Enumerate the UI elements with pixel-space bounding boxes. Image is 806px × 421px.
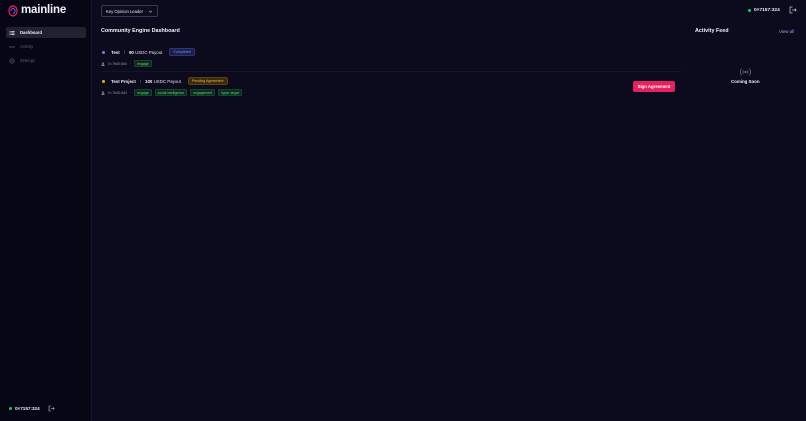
campaign-user: 0×7b85:884	[108, 61, 128, 66]
campaign-meta: 0×7b85:884 · engage social intelligence …	[101, 88, 681, 97]
campaign-user: 0×7b85:884	[108, 90, 128, 95]
tag: social intelligence	[154, 89, 188, 96]
gear-icon	[9, 57, 15, 64]
status-badge: Completed	[169, 48, 195, 56]
chevron-down-icon	[148, 9, 153, 14]
brand-name: mainline	[21, 4, 67, 16]
status-badge: Pending Agreement	[187, 77, 228, 85]
app-root: mainline Dashboard Activity Settings 0×7…	[0, 0, 806, 421]
logout-icon[interactable]	[789, 6, 797, 14]
tag: engagement	[190, 89, 216, 96]
campaign-header: Test / 90 USDC Payout Completed	[101, 47, 681, 57]
user-icon	[101, 90, 105, 95]
coming-soon-text: Coming Soon	[731, 79, 760, 84]
sidebar-item-label: Dashboard	[20, 30, 42, 35]
activity-feed-title: Activity Feed	[695, 28, 729, 34]
page-title: Community Engine Dashboard	[101, 28, 180, 34]
view-all-link[interactable]: View all	[779, 29, 794, 34]
online-status-dot	[748, 8, 751, 12]
sidebar-item-label: Settings	[20, 58, 36, 63]
mainline-logo-icon	[8, 4, 18, 17]
separator: /	[123, 49, 125, 55]
campaign-row[interactable]: Test Project / 100 USDC Payout Pending A…	[101, 76, 681, 97]
role-select[interactable]: Key Opinion Leader	[101, 5, 158, 17]
user-icon	[101, 61, 105, 66]
logout-icon[interactable]	[48, 405, 55, 412]
divider	[101, 71, 681, 72]
sidebar-item-label: Activity	[20, 44, 34, 49]
logo[interactable]: mainline	[8, 4, 67, 17]
campaign-name: Test	[111, 49, 120, 55]
sidebar-item-dashboard[interactable]: Dashboard	[6, 27, 86, 38]
sign-agreement-button[interactable]: Sign Agreement	[633, 81, 675, 92]
sidebar-wallet: 0×7157:324	[9, 405, 55, 412]
online-status-dot	[9, 407, 12, 410]
payout-amount: 90	[128, 49, 134, 55]
meta-separator: ·	[130, 61, 132, 66]
broadcast-icon	[738, 64, 753, 76]
tag: engage	[134, 89, 152, 96]
tag: hyper target	[218, 89, 243, 96]
sidebar-nav: Dashboard Activity Settings	[6, 27, 86, 69]
sidebar-item-activity[interactable]: Activity	[6, 41, 86, 52]
activity-icon	[9, 44, 15, 50]
status-dot	[102, 79, 105, 83]
sidebar-item-settings[interactable]: Settings	[6, 55, 86, 66]
campaign-meta: 0×7b85:884 · engage	[101, 59, 681, 68]
wallet-address[interactable]: 0×7157:324	[754, 8, 780, 13]
header-wallet: 0×7157:324	[748, 6, 797, 14]
payout-unit: USDC Payout	[135, 49, 163, 55]
payout-unit: USDC Payout	[153, 78, 181, 84]
campaign-row[interactable]: Test / 90 USDC Payout Completed 0×7b85:8…	[101, 47, 681, 68]
campaign-name: Test Project	[111, 78, 136, 84]
tag: engage	[134, 60, 152, 67]
role-select-value: Key Opinion Leader	[106, 8, 144, 14]
meta-separator: ·	[130, 90, 132, 95]
wallet-address[interactable]: 0×7157:324	[15, 406, 40, 411]
campaign-header: Test Project / 100 USDC Payout Pending A…	[101, 76, 681, 86]
status-dot	[102, 50, 105, 54]
payout-amount: 100	[145, 78, 153, 84]
list-icon	[9, 30, 15, 36]
separator: /	[139, 78, 142, 84]
sidebar: mainline Dashboard Activity Settings 0×7…	[0, 0, 92, 421]
